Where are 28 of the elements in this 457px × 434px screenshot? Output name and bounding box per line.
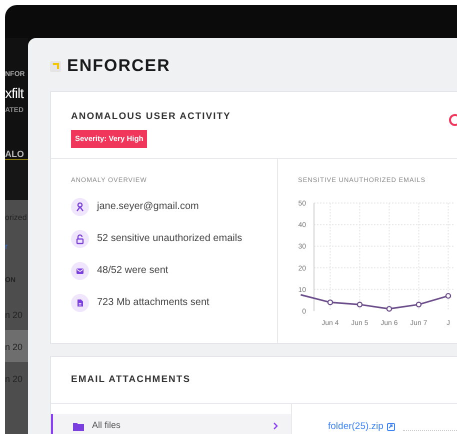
- data-point: [386, 306, 392, 312]
- logo-icon: [50, 60, 61, 72]
- overview-item: 723 Mb attachments sent: [97, 296, 210, 310]
- data-point: [416, 302, 422, 308]
- file-link[interactable]: folder(25).zip: [328, 420, 384, 434]
- data-point: [445, 292, 452, 299]
- app-title: ENFORCER: [67, 55, 170, 78]
- background-cell: n 20: [5, 342, 23, 352]
- chevron-icon: [273, 422, 279, 430]
- background-row[interactable]: n 20: [5, 330, 28, 362]
- background-title: xfilt: [5, 85, 24, 101]
- overview-item: jane.seyer@gmail.com: [97, 200, 199, 214]
- section-title: ANOMALOUS USER ACTIVITY: [71, 110, 232, 124]
- lock-icon: [71, 230, 89, 248]
- envelope-icon: [71, 262, 89, 280]
- user-icon: [71, 198, 89, 216]
- folder-icon: [73, 422, 84, 430]
- folder-item[interactable]: All files: [51, 414, 291, 434]
- overview-item: 48/52 were sent: [97, 264, 168, 278]
- data-point: [356, 302, 363, 308]
- data-point: [327, 299, 334, 306]
- section-title: EMAIL ATTACHMENTS: [71, 372, 191, 387]
- overview-item: 52 sensitive unauthorized emails: [97, 232, 242, 246]
- background-tab[interactable]: ALO: [5, 149, 24, 159]
- share-icon[interactable]: [387, 423, 396, 432]
- document-icon: [71, 294, 89, 312]
- folder-label: All files: [92, 419, 122, 432]
- background-link[interactable]: r: [5, 242, 8, 251]
